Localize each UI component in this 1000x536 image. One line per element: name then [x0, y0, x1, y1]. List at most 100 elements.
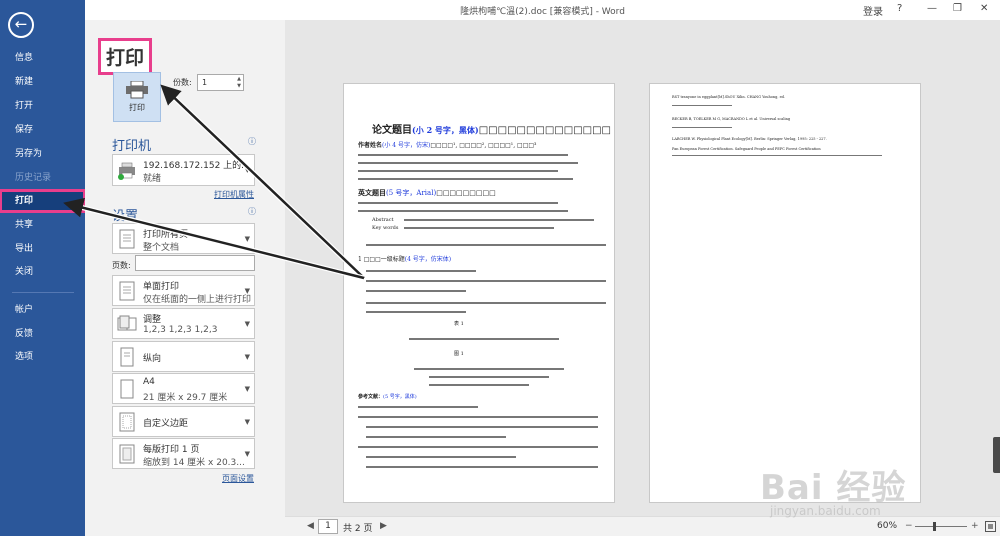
sidebar-item-account[interactable]: 帐户 — [0, 299, 85, 321]
close-button[interactable]: ✕ — [980, 3, 988, 14]
pages-label: 页数: — [112, 261, 131, 270]
copies-stepper[interactable]: 1 ▲ ▼ — [197, 74, 244, 91]
text-line — [366, 270, 476, 272]
page-setup-link[interactable]: 页面设置 — [222, 473, 254, 484]
text-line — [366, 466, 598, 468]
collate-dropdown[interactable]: 调整 1,2,3 1,2,3 1,2,3 ▼ — [112, 308, 255, 339]
paper-icon — [120, 379, 134, 399]
printer-properties-link[interactable]: 打印机属性 — [214, 189, 254, 200]
printer-dropdown[interactable]: 192.168.172.152 上的... 就绪 ▼ — [112, 154, 255, 186]
doc-keywords-label: Key words — [372, 225, 399, 231]
sides-value: 单面打印 — [143, 282, 180, 292]
text-line — [358, 202, 558, 204]
print-button[interactable]: 打印 — [113, 72, 161, 122]
single-sided-icon — [119, 281, 135, 301]
zoom-in-icon[interactable]: + — [971, 521, 979, 531]
pages-input[interactable] — [135, 255, 255, 271]
back-arrow-icon[interactable]: ← — [8, 12, 34, 38]
text-line — [358, 154, 568, 156]
sides-dropdown[interactable]: 单面打印 仅在纸面的一侧上进行打印 ▼ — [112, 275, 255, 306]
zoom-level[interactable]: 60% — [877, 521, 897, 531]
text-line — [358, 178, 573, 180]
text-line — [672, 155, 882, 156]
chevron-down-icon: ▼ — [244, 320, 250, 328]
pages-per-sheet-value: 每版打印 1 页 — [143, 445, 200, 455]
doc-abstract-label: Abstract — [372, 217, 394, 223]
text-line — [358, 416, 598, 418]
doc-en-title: 英文题目(5 号字，Arial)□□□□□□□□□ — [358, 188, 496, 197]
sidebar-item-options[interactable]: 选项 — [0, 346, 85, 368]
text-line — [409, 338, 559, 340]
collate-value: 调整 — [143, 315, 162, 325]
text-line — [366, 280, 606, 282]
side-panel-tab[interactable] — [993, 437, 1000, 473]
text-line — [429, 376, 549, 378]
text-line — [358, 170, 558, 172]
ref-text-4: Pan European Forest Certification. Safeg… — [672, 147, 821, 151]
sidebar-item-save[interactable]: 保存 — [0, 119, 85, 141]
pages-per-sheet-icon — [119, 444, 135, 464]
printer-section-title: 打印机 — [112, 139, 152, 154]
print-button-label: 打印 — [129, 103, 145, 112]
margins-dropdown[interactable]: 自定义边距 ▼ — [112, 406, 255, 437]
printer-name: 192.168.172.152 上的... — [143, 161, 250, 171]
sidebar-item-share[interactable]: 共享 — [0, 214, 85, 236]
zoom-slider-thumb[interactable] — [933, 522, 936, 531]
sidebar-item-export[interactable]: 导出 — [0, 238, 85, 260]
info-icon[interactable]: ⓘ — [248, 136, 256, 147]
print-range-value: 打印所有页 — [143, 230, 189, 240]
doc-heading-1: 1 □□□一级标题(4 号字，仿宋体) — [358, 256, 452, 263]
text-line — [366, 290, 466, 292]
baidu-watermark: Bai 经验 jingyan.baidu.com — [760, 460, 950, 520]
sidebar-item-history: 历史记录 — [15, 173, 52, 183]
text-line — [404, 219, 594, 221]
previous-page-icon[interactable]: ◀ — [307, 521, 314, 531]
chevron-down-icon: ▼ — [244, 235, 250, 243]
sidebar-item-save-as[interactable]: 另存为 — [0, 143, 85, 165]
ref-text-1: RST tranyone in eggplant[M].ShOU Xilin. … — [672, 95, 786, 99]
text-line — [404, 227, 554, 229]
minimize-button[interactable]: — — [927, 3, 937, 14]
orientation-dropdown[interactable]: 纵向 ▼ — [112, 341, 255, 372]
sidebar-item-new[interactable]: 新建 — [0, 71, 85, 93]
preview-page-1: 论文题目(小 2 号字，黑体)□□□□□□□□□□□□□□ 作者姓名(小 4 号… — [343, 83, 615, 503]
login-link[interactable]: 登录 — [863, 3, 883, 18]
spin-arrows-icon[interactable]: ▲ ▼ — [237, 76, 241, 90]
collate-icon — [117, 315, 137, 331]
text-line — [429, 384, 529, 386]
help-button[interactable]: ? — [897, 3, 902, 14]
ref-text-3: LARCHER W. Physiological Plant Ecology[M… — [672, 137, 827, 141]
restore-button[interactable]: ❐ — [953, 3, 962, 14]
text-line — [358, 210, 568, 212]
chevron-down-icon: ▼ — [244, 385, 250, 393]
current-page-input[interactable]: 1 — [318, 519, 338, 534]
zoom-slider[interactable] — [915, 526, 967, 527]
margins-value: 自定义边距 — [143, 419, 189, 429]
sidebar-item-open[interactable]: 打开 — [0, 95, 85, 117]
watermark-logo: Bai 经验 — [760, 468, 907, 508]
print-range-dropdown[interactable]: 打印所有页 整个文档 ▼ — [112, 223, 255, 254]
paper-size-desc: 21 厘米 x 29.7 厘米 — [143, 393, 228, 403]
sidebar-divider — [12, 292, 74, 293]
pages-per-sheet-desc: 缩放到 14 厘米 x 20.3... — [143, 458, 245, 468]
paper-size-dropdown[interactable]: A4 21 厘米 x 29.7 厘米 ▼ — [112, 373, 255, 404]
pages-per-sheet-dropdown[interactable]: 每版打印 1 页 缩放到 14 厘米 x 20.3... ▼ — [112, 438, 255, 469]
fit-page-icon[interactable] — [985, 521, 996, 532]
ref-text-2: BECKER B, TOELKER M G, MACRANDO L et al.… — [672, 117, 791, 121]
collate-desc: 1,2,3 1,2,3 1,2,3 — [143, 325, 218, 335]
text-line — [358, 446, 598, 448]
copies-label: 份数: — [173, 78, 192, 87]
portrait-icon — [120, 347, 134, 367]
sidebar-item-print[interactable]: 打印 — [0, 189, 86, 213]
print-range-desc: 整个文档 — [143, 243, 180, 253]
info-icon[interactable]: ⓘ — [248, 206, 256, 217]
doc-figure-caption: 图 1 — [454, 351, 464, 357]
sidebar-item-close[interactable]: 关闭 — [0, 261, 85, 283]
zoom-out-icon[interactable]: − — [905, 521, 913, 531]
chevron-down-icon: ▼ — [244, 418, 250, 426]
printer-device-icon — [118, 162, 135, 180]
next-page-icon[interactable]: ▶ — [380, 521, 387, 531]
sidebar-item-info[interactable]: 信息 — [0, 47, 85, 69]
sidebar-item-feedback[interactable]: 反馈 — [0, 323, 85, 345]
settings-section-title: 设置 — [112, 209, 139, 224]
